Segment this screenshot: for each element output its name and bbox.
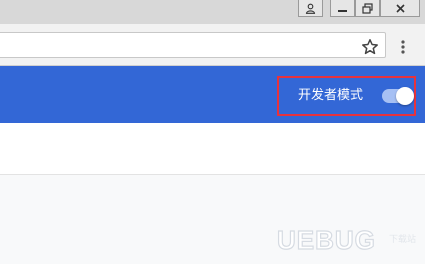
minimize-icon [337, 3, 348, 14]
extensions-header: 开发者模式 [0, 66, 425, 123]
window-titlebar [0, 0, 425, 24]
restore-button[interactable] [355, 0, 380, 17]
person-icon [305, 3, 316, 14]
extensions-toolbar-area [0, 123, 425, 175]
more-vertical-icon[interactable] [396, 38, 410, 56]
toggle-knob [396, 87, 414, 105]
user-profile-button[interactable] [298, 0, 323, 17]
address-bar[interactable] [0, 32, 386, 58]
watermark-text: UEBUG [277, 225, 376, 255]
close-button[interactable] [380, 0, 420, 17]
developer-mode-toggle[interactable] [382, 87, 414, 105]
restore-icon [362, 2, 373, 14]
minimize-button[interactable] [330, 0, 355, 17]
uebug-watermark: UEBUG 下载站 [275, 222, 425, 262]
close-icon [395, 3, 406, 14]
watermark-subtext: 下载站 [389, 233, 416, 245]
star-icon[interactable] [361, 38, 379, 56]
developer-mode-label: 开发者模式 [298, 88, 364, 103]
developer-mode-highlight: 开发者模式 [277, 76, 416, 116]
